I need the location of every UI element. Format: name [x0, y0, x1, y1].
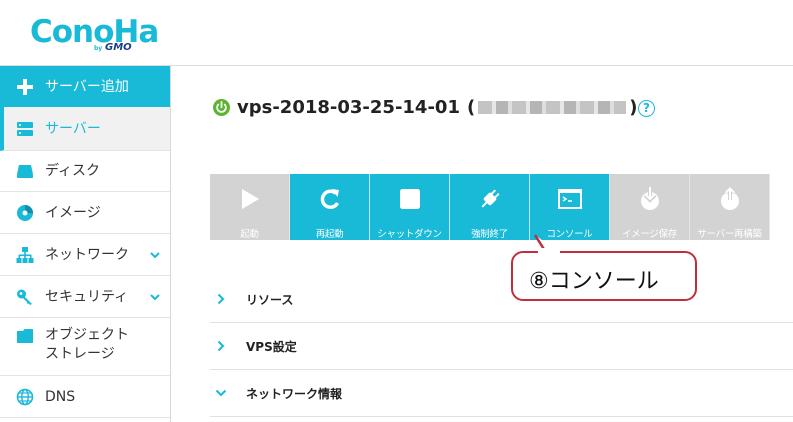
sidebar-item-image[interactable]: イメージ — [0, 192, 170, 234]
stop-icon — [396, 186, 424, 212]
redacted-ip — [478, 101, 627, 114]
sidebar-item-server[interactable]: サーバー — [0, 107, 170, 151]
save-image-icon — [636, 186, 664, 212]
button-label: 強制終了 — [471, 229, 508, 240]
restart-icon — [316, 186, 344, 212]
logo-by: by — [94, 45, 103, 52]
help-icon[interactable]: ? — [638, 100, 655, 117]
sidebar-item-network[interactable]: ネットワーク — [0, 234, 170, 276]
callout-tail-mask — [538, 248, 560, 256]
section-label: ネットワーク情報 — [246, 386, 343, 401]
network-icon — [15, 245, 35, 265]
sidebar-item-label-line1: オブジェクト — [45, 327, 129, 343]
logo-gmo: GMO — [105, 42, 132, 53]
chevron-down-icon — [214, 389, 228, 397]
chevron-down-icon — [150, 293, 160, 300]
sidebar-item-label: サーバー — [45, 120, 101, 137]
sidebar-item-label: ネットワーク — [45, 246, 129, 263]
chevron-right-icon — [214, 340, 228, 352]
sidebar-item-add-server[interactable]: サーバー追加 — [0, 66, 170, 107]
console-button[interactable]: コンソール — [530, 174, 610, 240]
sidebar-item-label: ディスク — [45, 163, 101, 179]
chevron-down-icon — [150, 251, 160, 258]
page-title: vps-2018-03-25-14-01 ( ) — [237, 97, 638, 118]
sidebar-item-security[interactable]: セキュリティ — [0, 276, 170, 318]
key-icon — [15, 287, 35, 307]
button-label: 起動 — [240, 229, 259, 240]
disk-icon — [15, 161, 35, 181]
close-paren: ) — [629, 97, 638, 118]
conoha-logo[interactable]: ConoHa by GMO — [30, 14, 159, 53]
sidebar-item-disk[interactable]: ディスク — [0, 151, 170, 192]
open-paren: ( — [466, 97, 476, 118]
image-icon — [15, 203, 35, 223]
app-root: ConoHa by GMO サーバー追加 サーバー ディスク イメージ ネットワ… — [0, 0, 793, 422]
section-vps-settings[interactable]: VPS設定 — [210, 323, 793, 370]
sidebar-item-label: DNS — [45, 388, 76, 405]
button-label: シャットダウン — [377, 229, 442, 240]
sidebar-item-label: オブジェクト ストレージ — [45, 326, 129, 364]
restart-button[interactable]: 再起動 — [290, 174, 370, 240]
console-icon — [556, 186, 584, 212]
plus-icon — [15, 77, 35, 97]
save-image-button[interactable]: イメージ保存 — [610, 174, 690, 240]
power-status-icon — [213, 99, 230, 116]
section-network-info[interactable]: ネットワーク情報 — [210, 370, 793, 417]
globe-icon — [15, 387, 35, 407]
button-label: サーバー再構築 — [697, 229, 762, 240]
sidebar-item-label: セキュリティ — [45, 288, 129, 305]
sidebar-item-label-line2: ストレージ — [45, 346, 115, 362]
button-label: 再起動 — [315, 229, 344, 240]
section-resources[interactable]: リソース — [210, 276, 793, 323]
server-icon — [15, 119, 35, 139]
chevron-right-icon — [214, 293, 228, 305]
play-icon — [236, 186, 264, 212]
force-stop-button[interactable]: 強制終了 — [450, 174, 530, 240]
sidebar-item-dns[interactable]: DNS — [0, 376, 170, 418]
sidebar-item-label: サーバー追加 — [45, 78, 129, 95]
button-label: イメージ保存 — [621, 229, 677, 240]
section-label: リソース — [246, 292, 294, 307]
rebuild-icon — [716, 186, 744, 212]
server-name: vps-2018-03-25-14-01 — [237, 97, 460, 118]
rebuild-server-button[interactable]: サーバー再構築 — [690, 174, 770, 240]
plug-icon — [476, 186, 504, 212]
sidebar-item-label: イメージ — [45, 204, 101, 221]
sidebar: サーバー追加 サーバー ディスク イメージ ネットワーク セキュリティ オブジェ… — [0, 66, 171, 422]
shutdown-button[interactable]: シャットダウン — [370, 174, 450, 240]
sidebar-item-object-storage[interactable]: オブジェクト ストレージ — [0, 318, 170, 376]
server-action-toolbar: 起動 再起動 シャットダウン 強制終了 コンソール イメージ保存 サーバー再構築 — [210, 174, 770, 240]
start-button[interactable]: 起動 — [210, 174, 290, 240]
section-label: VPS設定 — [246, 339, 297, 354]
folder-icon — [15, 326, 35, 346]
